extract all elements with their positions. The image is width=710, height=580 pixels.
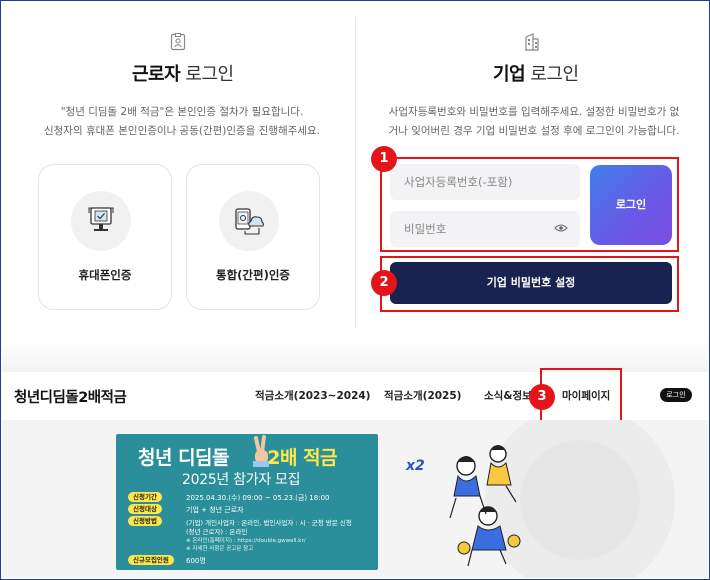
banner-title-b: 2배 적금 [267, 447, 338, 469]
company-desc-line-2: 거나 잊어버린 경우 기업 비밀번호 설정 후에 로그인이 가능합니다. [388, 125, 680, 137]
banner-subtitle: 2025년 참가자 모집 [182, 472, 301, 488]
worker-login-title-rest: 로그인 [185, 64, 234, 85]
banner-method-line2: (청년 근로자) : 온라인 [186, 528, 248, 536]
worker-login-title: 근로자 로그인 [132, 60, 234, 86]
company-login-title-bold: 기업 [493, 64, 526, 85]
x2-mark: x2 [406, 458, 425, 474]
banner-period-tag: 신청기간 [128, 492, 162, 502]
worker-login-description: "청년 디딤돌 2배 적금"은 본인인증 절차가 필요합니다. 신청자의 휴대폰… [12, 103, 352, 141]
worker-login-title-bold: 근로자 [132, 64, 181, 85]
nav-item-intro-2025[interactable]: 적금소개(2025) [384, 388, 461, 403]
building-icon [525, 33, 539, 51]
banner-title-a: 청년 디딤돌 [138, 447, 230, 469]
banner-target-tag: 신청대상 [128, 504, 162, 514]
banner-title: 청년 디딤돌 2배 적금 [138, 443, 338, 470]
integrated-cert-label: 통합(간편)인증 [216, 268, 290, 282]
worker-desc-line-1: "청년 디딤돌 2배 적금"은 본인인증 절차가 필요합니다. [60, 106, 304, 118]
banner-target-text: 기업 + 청년 근로자 [186, 506, 244, 514]
banner-period-text: 2025.04.30.(수) 09:00 ~ 05.23.(금) 18:00 [186, 494, 330, 502]
phone-auth-card[interactable]: 휴대폰인증 [38, 164, 172, 310]
callout-2-highlight [380, 256, 679, 312]
worker-id-icon [170, 33, 186, 51]
young-workers-illustration [449, 445, 521, 567]
callout-1-highlight [380, 157, 679, 252]
hero-background-shapes [485, 420, 675, 578]
victory-hand-icon [253, 435, 269, 467]
callout-3-badge: 3 [529, 384, 555, 410]
company-login-description: 사업자등록번호와 비밀번호를 입력해주세요. 설정한 비밀번호가 없 거나 잊어… [361, 103, 707, 141]
nav-item-news[interactable]: 소식&정보 [484, 388, 532, 403]
banner-note-ref: ※ 자세한 사항은 공고문 참고 [186, 546, 254, 552]
banner-method-tag: 신청방법 [128, 516, 162, 526]
monitor-check-icon [88, 207, 114, 231]
callout-2-badge: 2 [371, 270, 397, 296]
site-brand-logo[interactable]: 청년디딤돌2배적금 [14, 386, 127, 407]
cloud-certificate-icon [235, 208, 264, 235]
banner-quota-value: 600명 [186, 557, 206, 565]
company-desc-line-1: 사업자등록번호와 비밀번호를 입력해주세요. 설정한 비밀번호가 없 [388, 106, 680, 118]
phone-auth-label: 휴대폰인증 [78, 268, 132, 282]
nav-login-button[interactable]: 로그인 [660, 388, 692, 402]
worker-desc-line-2: 신청자의 휴대폰 본인인증이나 공동(간편)인증을 진행해주세요. [43, 125, 321, 137]
callout-1-badge: 1 [371, 146, 397, 172]
company-login-title: 기업 로그인 [493, 60, 579, 86]
nav-item-intro-2023[interactable]: 적금소개(2023~2024) [255, 388, 370, 403]
banner-note-url: ※ 온라인(홈페이지) : https://double.gwwell.kr/ [186, 538, 306, 544]
company-login-title-rest: 로그인 [530, 64, 579, 85]
integrated-cert-card[interactable]: 통합(간편)인증 [186, 164, 320, 310]
banner-quota-tag: 신규모집인원 [128, 555, 174, 565]
